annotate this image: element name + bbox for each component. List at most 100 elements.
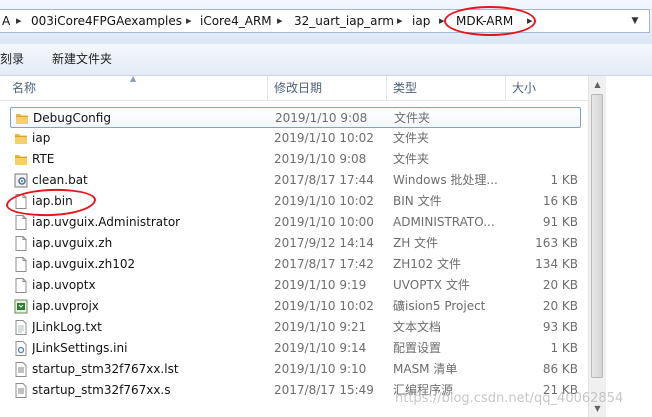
- file-date: 2019/1/10 9:10: [274, 362, 367, 376]
- file-size: [505, 128, 578, 149]
- breadcrumb-drive[interactable]: A: [2, 10, 10, 32]
- file-type: 礦ision5 Project: [393, 299, 486, 313]
- list-file-icon: [14, 383, 28, 398]
- column-divider[interactable]: [386, 76, 387, 100]
- breadcrumb-iap[interactable]: iap: [412, 10, 430, 32]
- file-size: [505, 149, 578, 170]
- file-row[interactable]: iap.uvprojx 2019/1/10 10:02 礦ision5 Projec…: [0, 296, 652, 317]
- file-row[interactable]: iap 2019/1/10 10:02 文件夹: [0, 128, 652, 149]
- breadcrumb-separator-icon[interactable]: ▸: [16, 10, 22, 32]
- folder-icon: [14, 131, 28, 146]
- file-type: 文件夹: [393, 131, 430, 145]
- file-row[interactable]: RTE 2019/1/10 9:08 文件夹: [0, 149, 652, 170]
- file-row[interactable]: DebugConfig 2019/1/10 9:08 文件夹: [10, 107, 581, 128]
- window-margin: [606, 76, 652, 417]
- file-date: 2019/1/10 10:00: [274, 215, 374, 229]
- file-row[interactable]: JLinkLog.txt 2019/1/10 9:21 文本文档 93 KB: [0, 317, 652, 338]
- file-type: UVOPTX 文件: [393, 278, 470, 292]
- batch-file-icon: [14, 173, 28, 188]
- breadcrumb-separator-icon[interactable]: ▸: [186, 10, 192, 32]
- file-type: BIN 文件: [393, 194, 442, 208]
- file-name: iap.uvguix.Administrator: [32, 215, 181, 229]
- vertical-scrollbar[interactable]: ▲ ▼: [588, 76, 606, 417]
- file-type: Windows 批处理...: [393, 173, 498, 187]
- file-type: 配置设置: [393, 341, 442, 355]
- file-date: 2019/1/10 10:02: [274, 131, 374, 145]
- column-header-date[interactable]: 修改日期: [274, 76, 322, 100]
- text-file-icon: [14, 320, 28, 335]
- file-type: MASM 清单: [393, 362, 458, 376]
- file-name: iap.uvguix.zh102: [32, 257, 136, 271]
- file-size: 93 KB: [542, 320, 578, 334]
- file-icon: [14, 278, 28, 293]
- file-size: 86 KB: [542, 362, 578, 376]
- file-size: [506, 108, 579, 129]
- scrollbar-thumb[interactable]: [591, 94, 603, 378]
- file-name: JLinkSettings.ini: [32, 341, 128, 355]
- file-date: 2017/8/17 17:44: [274, 173, 374, 187]
- file-icon: [14, 257, 28, 272]
- breadcrumb-separator-icon[interactable]: ▸: [277, 10, 283, 32]
- burn-button[interactable]: 刻录: [0, 44, 24, 75]
- breadcrumb-32-uart-iap-arm[interactable]: 32_uart_iap_arm: [294, 10, 394, 32]
- folder-icon: [15, 111, 29, 126]
- settings-file-icon: [14, 341, 28, 356]
- column-header-size[interactable]: 大小: [512, 76, 536, 100]
- file-date: 2017/9/12 14:14: [274, 236, 374, 250]
- file-name: JLinkLog.txt: [32, 320, 102, 334]
- file-row[interactable]: iap.uvguix.Administrator 2019/1/10 10:00 A…: [0, 212, 652, 233]
- file-name: RTE: [32, 152, 55, 166]
- file-date: 2017/8/17 15:49: [274, 383, 374, 397]
- breadcrumb-003icore4fpgaexamples[interactable]: 003iCore4FPGAexamples: [31, 10, 182, 32]
- breadcrumb-separator-icon[interactable]: ▸: [397, 10, 403, 32]
- annotation-circle-mdk-arm: [444, 6, 536, 36]
- file-size: 134 KB: [535, 257, 578, 271]
- file-type: 文本文档: [393, 320, 442, 334]
- breadcrumb-icore4-arm[interactable]: iCore4_ARM: [200, 10, 272, 32]
- file-type: ZH 文件: [393, 236, 439, 250]
- file-date: 2019/1/10 9:14: [274, 341, 367, 355]
- file-type: 文件夹: [393, 152, 430, 166]
- column-divider[interactable]: [505, 76, 506, 100]
- file-type: ADMINISTRATO...: [393, 215, 495, 229]
- chevron-down-icon[interactable]: ▼: [628, 14, 642, 28]
- file-row[interactable]: iap.uvguix.zh102 2017/8/17 17:42 ZH102 文件 1…: [0, 254, 652, 275]
- file-row[interactable]: iap.uvoptx 2019/1/10 9:19 UVOPTX 文件 20 KB: [0, 275, 652, 296]
- file-date: 2019/1/10 10:02: [274, 194, 374, 208]
- file-name: iap.uvguix.zh: [32, 236, 113, 250]
- command-toolbar: 刻录 新建文件夹: [0, 44, 652, 76]
- file-date: 2019/1/10 9:19: [274, 278, 367, 292]
- file-size: 163 KB: [535, 236, 578, 250]
- file-type: 文件夹: [394, 111, 431, 125]
- file-size: 1 KB: [550, 341, 578, 355]
- list-file-icon: [14, 362, 28, 377]
- file-icon: [14, 236, 28, 251]
- file-row[interactable]: iap.bin 2019/1/10 10:02 BIN 文件 16 KB: [0, 191, 652, 212]
- file-size: 16 KB: [542, 194, 578, 208]
- sort-ascending-icon: ▲: [130, 74, 137, 83]
- file-date: 2019/1/10 9:08: [274, 152, 367, 166]
- file-icon: [14, 215, 28, 230]
- address-bar[interactable]: A ▸ 003iCore4FPGAexamples ▸ iCore4_ARM ▸…: [0, 9, 650, 33]
- address-bar-area: A ▸ 003iCore4FPGAexamples ▸ iCore4_ARM ▸…: [0, 0, 652, 44]
- file-date: 2019/1/10 9:08: [275, 111, 368, 125]
- column-divider[interactable]: [267, 76, 268, 100]
- file-name: iap.uvoptx: [32, 278, 96, 292]
- keil-project-icon: [14, 299, 28, 314]
- file-type: ZH102 文件: [393, 257, 461, 271]
- file-row[interactable]: clean.bat 2017/8/17 17:44 Windows 批处理... 1 …: [0, 170, 652, 191]
- file-date: 2017/8/17 17:42: [274, 257, 374, 271]
- file-date: 2019/1/10 10:02: [274, 299, 374, 313]
- file-row[interactable]: JLinkSettings.ini 2019/1/10 9:14 配置设置 1 KB: [0, 338, 652, 359]
- file-row[interactable]: startup_stm32f767xx.lst 2019/1/10 9:10 MAS…: [0, 359, 652, 380]
- file-name: clean.bat: [32, 173, 88, 187]
- new-folder-button[interactable]: 新建文件夹: [52, 44, 112, 75]
- column-header-name[interactable]: 名称: [12, 76, 36, 100]
- watermark-text: https://blog.csdn.net/qq_40062854: [395, 391, 624, 406]
- column-header-type[interactable]: 类型: [393, 76, 417, 100]
- file-name: iap.uvprojx: [32, 299, 99, 313]
- scroll-up-arrow-icon[interactable]: ▲: [589, 76, 606, 93]
- file-name: iap: [32, 131, 51, 145]
- file-size: 91 KB: [542, 215, 578, 229]
- file-row[interactable]: iap.uvguix.zh 2017/9/12 14:14 ZH 文件 163 KB: [0, 233, 652, 254]
